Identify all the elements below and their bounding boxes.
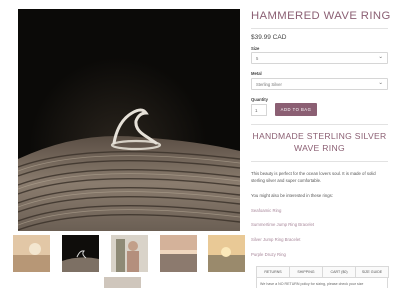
quantity-input[interactable]: 1 xyxy=(251,104,267,116)
size-select[interactable]: 5 ⌄ xyxy=(251,52,388,64)
size-select-value: 5 xyxy=(256,56,259,61)
thumbnail-1[interactable] xyxy=(13,235,50,272)
add-to-bag-button[interactable]: ADD TO BAG xyxy=(275,103,317,116)
thumbnail-strip xyxy=(13,235,248,288)
thumbnail-4[interactable] xyxy=(160,235,197,272)
divider xyxy=(251,124,388,125)
related-link[interactable]: Purple Druzy Ring xyxy=(251,252,286,257)
wave-ring-photo xyxy=(18,9,240,231)
product-main-image[interactable] xyxy=(18,9,240,231)
chevron-down-icon: ⌄ xyxy=(378,54,383,60)
related-link[interactable]: Seafoamic Ring xyxy=(251,208,281,213)
product-description: This beauty is perfect for the ocean lov… xyxy=(251,171,376,184)
thumbnail-2[interactable] xyxy=(62,235,99,272)
description-heading: HANDMADE STERLING SILVER WAVE RING xyxy=(252,131,387,153)
metal-select-value: Sterling Silver xyxy=(256,82,282,87)
metal-label: Metal xyxy=(251,71,262,76)
related-link[interactable]: Summertime Jump Ring Bracelet xyxy=(251,222,314,227)
quantity-label: Quantity xyxy=(251,97,268,102)
divider xyxy=(251,161,388,162)
related-link[interactable]: Silver Jump Ring Bracelet xyxy=(251,237,300,242)
thumbnail-6[interactable] xyxy=(104,277,141,288)
tab-content: We have a NO RETURN policy for sizing, p… xyxy=(256,277,388,288)
thumbnail-5[interactable] xyxy=(208,235,245,272)
divider xyxy=(251,28,388,29)
product-price: $39.99 CAD xyxy=(251,34,287,41)
thumbnail-3[interactable] xyxy=(111,235,148,272)
chevron-down-icon: ⌄ xyxy=(378,80,383,86)
size-label: Size xyxy=(251,46,260,51)
product-title: HAMMERED WAVE RING xyxy=(251,10,391,22)
metal-select[interactable]: Sterling Silver ⌄ xyxy=(251,78,388,90)
related-intro: You might also be interested in these ri… xyxy=(251,193,334,198)
